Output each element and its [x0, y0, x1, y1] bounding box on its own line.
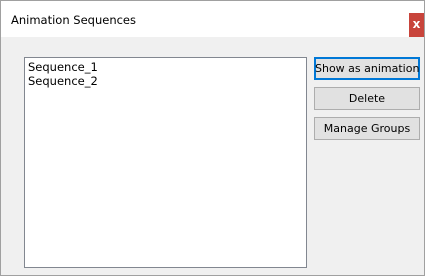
show-as-animation-button[interactable]: Show as animation [314, 57, 420, 80]
list-item-sequence-2[interactable]: Sequence_2 [28, 74, 303, 88]
manage-groups-button[interactable]: Manage Groups [314, 117, 420, 140]
close-button[interactable]: x [409, 13, 424, 37]
delete-button[interactable]: Delete [314, 87, 420, 110]
close-icon: x [412, 17, 421, 31]
list-item-sequence-1[interactable]: Sequence_1 [28, 60, 303, 74]
sequence-list[interactable]: Sequence_1 Sequence_2 [24, 57, 307, 268]
animation-sequences-dialog: Animation Sequences x Sequence_1 Sequenc… [0, 0, 425, 276]
title-bar: Animation Sequences x [1, 1, 424, 37]
dialog-title: Animation Sequences [11, 13, 137, 27]
